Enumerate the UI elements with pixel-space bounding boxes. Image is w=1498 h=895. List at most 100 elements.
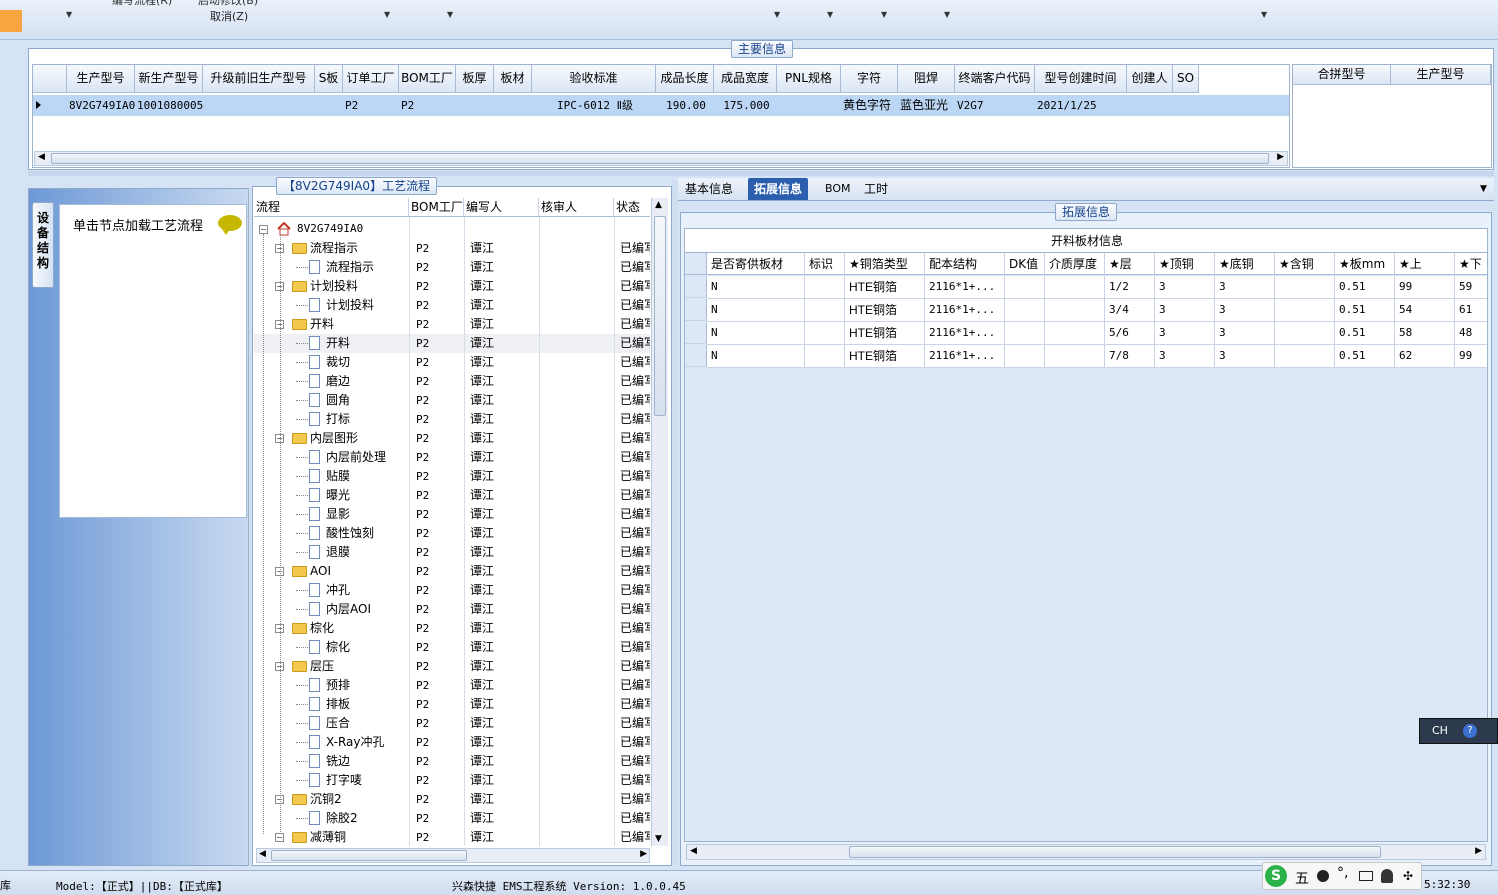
- tree-row[interactable]: 棕化 P2 谭江 已编写: [254, 638, 650, 657]
- tree-row[interactable]: 冲孔 P2 谭江 已编写: [254, 581, 650, 600]
- row-selector[interactable]: [685, 276, 707, 298]
- main-col-header[interactable]: 创建人: [1127, 65, 1173, 93]
- ext-cell[interactable]: [805, 345, 845, 368]
- ext-cell[interactable]: [1005, 345, 1045, 368]
- scroll-thumb[interactable]: [849, 846, 1381, 858]
- vertical-tab-device[interactable]: 设备结构: [32, 202, 54, 288]
- ext-hscroll[interactable]: ◀ ▶: [686, 844, 1486, 860]
- keyboard-icon[interactable]: [1359, 871, 1373, 881]
- ext-cell[interactable]: 2116*1+...: [925, 276, 1005, 299]
- tree-row[interactable]: − 减薄铜 P2 谭江 已编写: [254, 828, 650, 846]
- ext-cell[interactable]: [1005, 322, 1045, 345]
- ext-cell[interactable]: [1275, 299, 1335, 322]
- scroll-thumb[interactable]: [654, 216, 666, 416]
- main-col-header[interactable]: 成品宽度: [714, 65, 777, 93]
- ext-cell[interactable]: HTE铜箔: [845, 276, 925, 299]
- process-col-header[interactable]: 流程: [254, 198, 409, 217]
- tree-row[interactable]: 压合 P2 谭江 已编写: [254, 714, 650, 733]
- ext-col-header[interactable]: ★板mm: [1335, 253, 1395, 275]
- punct-icon[interactable]: °,: [1337, 865, 1348, 881]
- middle-splitter[interactable]: [672, 180, 678, 866]
- tree-row[interactable]: 贴膜 P2 谭江 已编写: [254, 467, 650, 486]
- ext-cell[interactable]: N: [707, 276, 805, 299]
- tree-row[interactable]: −AOIP2谭江已编写: [254, 562, 650, 581]
- merge-col-header[interactable]: 合拼型号: [1293, 65, 1391, 85]
- collapse-icon[interactable]: −: [275, 833, 284, 842]
- collapse-icon[interactable]: −: [259, 225, 268, 234]
- dropdown-arrow-icon[interactable]: ▼: [384, 10, 390, 19]
- ext-col-header[interactable]: ★顶铜: [1155, 253, 1215, 275]
- ext-cell[interactable]: [1045, 345, 1105, 368]
- ext-col-header[interactable]: 介质厚度: [1045, 253, 1105, 275]
- dropdown-arrow-icon[interactable]: ▼: [1261, 10, 1267, 19]
- ext-cell[interactable]: 59: [1455, 276, 1487, 299]
- scroll-right-icon[interactable]: ▶: [640, 849, 647, 859]
- tree-row[interactable]: −开料P2谭江已编写: [254, 315, 650, 334]
- ext-cell[interactable]: 61: [1455, 299, 1487, 322]
- scroll-thumb[interactable]: [51, 153, 1269, 164]
- tree-row[interactable]: 流程指示 P2 谭江 已编写: [254, 258, 650, 277]
- ext-cell[interactable]: 3: [1155, 345, 1215, 368]
- ext-cell[interactable]: 3: [1155, 276, 1215, 299]
- ext-col-header[interactable]: ★层: [1105, 253, 1155, 275]
- ext-cell[interactable]: 58: [1395, 322, 1455, 345]
- ext-cell[interactable]: N: [707, 299, 805, 322]
- scroll-left-icon[interactable]: ◀: [259, 849, 266, 859]
- scroll-right-icon[interactable]: ▶: [1277, 152, 1284, 162]
- ext-col-header[interactable]: ★底铜: [1215, 253, 1275, 275]
- tree-row[interactable]: 内层AOI P2 谭江 已编写: [254, 600, 650, 619]
- ime-lang-bar[interactable]: CH ?: [1419, 718, 1498, 744]
- ext-cell[interactable]: HTE铜箔: [845, 345, 925, 368]
- tree-row[interactable]: 退膜 P2 谭江 已编写: [254, 543, 650, 562]
- help-icon[interactable]: ?: [1463, 724, 1477, 738]
- row-selector[interactable]: [685, 299, 707, 321]
- dropdown-arrow-icon[interactable]: ▼: [944, 10, 950, 19]
- dropdown-arrow-icon[interactable]: ▼: [774, 10, 780, 19]
- ext-cell[interactable]: 3: [1215, 345, 1275, 368]
- scroll-left-icon[interactable]: ◀: [690, 846, 697, 856]
- fullwidth-icon[interactable]: [1317, 870, 1329, 882]
- ext-col-header[interactable]: ★上: [1395, 253, 1455, 275]
- menu-cut-1[interactable]: 编写流程(R): [112, 0, 172, 8]
- ext-cell[interactable]: [1045, 299, 1105, 322]
- process-vscroll[interactable]: ▲ ▼: [651, 198, 668, 846]
- dropdown-arrow-icon[interactable]: ▼: [881, 10, 887, 19]
- ext-cell[interactable]: N: [707, 322, 805, 345]
- ext-col-header[interactable]: ★含铜mm: [1275, 253, 1335, 293]
- tree-row[interactable]: 磨边 P2 谭江 已编写: [254, 372, 650, 391]
- ext-cell[interactable]: 99: [1395, 276, 1455, 299]
- ext-cell[interactable]: 3: [1215, 299, 1275, 322]
- tree-row[interactable]: −计划投料P2谭江已编写: [254, 277, 650, 296]
- ext-cell[interactable]: [1005, 299, 1045, 322]
- tree-row[interactable]: 排板 P2 谭江 已编写: [254, 695, 650, 714]
- tree-row[interactable]: 打字唛 P2 谭江 已编写: [254, 771, 650, 790]
- tree-row[interactable]: 计划投料 P2 谭江 已编写: [254, 296, 650, 315]
- main-col-header[interactable]: 板材: [494, 65, 532, 93]
- main-col-header[interactable]: 验收标准: [532, 65, 656, 93]
- ext-cell[interactable]: 99: [1455, 345, 1487, 368]
- tab-worktime[interactable]: 工时: [858, 178, 894, 200]
- tree-row[interactable]: 裁切 P2 谭江 已编写: [254, 353, 650, 372]
- ext-col-header[interactable]: ★铜箔类型: [845, 253, 925, 275]
- ext-cell[interactable]: 3: [1215, 276, 1275, 299]
- ext-cell[interactable]: [1045, 322, 1105, 345]
- ext-cell[interactable]: 5/6: [1105, 322, 1155, 345]
- process-hscroll[interactable]: ◀ ▶: [256, 848, 650, 863]
- ext-cell[interactable]: 0.51: [1335, 276, 1395, 299]
- ext-cell[interactable]: [1275, 345, 1335, 368]
- main-col-header[interactable]: 终端客户代码: [955, 65, 1035, 93]
- tree-row[interactable]: 除胶2 P2 谭江 已编写: [254, 809, 650, 828]
- main-col-header[interactable]: 生产型号: [67, 65, 135, 93]
- ext-cell[interactable]: 0.51: [1335, 322, 1395, 345]
- scroll-right-icon[interactable]: ▶: [1475, 846, 1482, 856]
- ext-col-header[interactable]: 标识: [805, 253, 845, 275]
- dropdown-arrow-icon[interactable]: ▼: [447, 10, 453, 19]
- ext-cell[interactable]: 0.51: [1335, 345, 1395, 368]
- tree-row[interactable]: 显影 P2 谭江 已编写: [254, 505, 650, 524]
- tree-row[interactable]: 开料 P2 谭江 已编写: [254, 334, 650, 353]
- ext-cell[interactable]: 3: [1155, 322, 1215, 345]
- ext-cell[interactable]: 1/2: [1105, 276, 1155, 299]
- scroll-left-icon[interactable]: ◀: [38, 152, 45, 162]
- ext-cell[interactable]: 3/4: [1105, 299, 1155, 322]
- menu-cut-2[interactable]: 启动修改(B): [198, 0, 258, 8]
